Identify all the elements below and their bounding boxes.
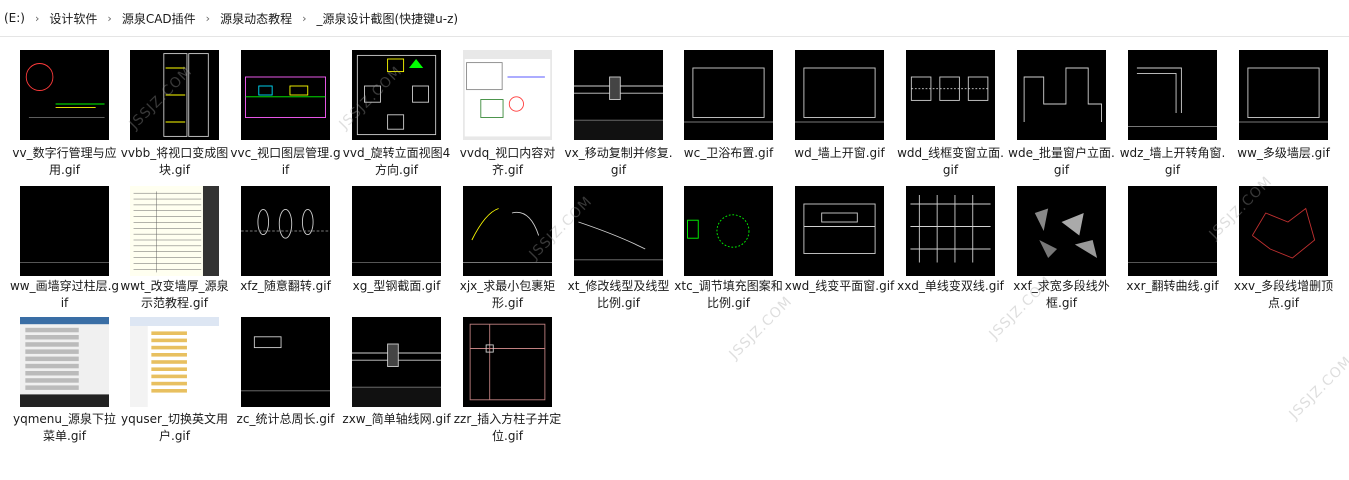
file-name[interactable]: xxv_多段线增删顶点.gif [1228,278,1339,312]
file-name[interactable]: xt_修改线型及线型比例.gif [563,278,674,312]
file-item[interactable]: xtc_调节填充图案和比例.gif [674,37,795,310]
gif-thumbnail[interactable] [574,186,663,276]
gif-thumbnail[interactable] [130,186,219,276]
chevron-right-icon[interactable]: › [200,12,216,25]
chevron-right-icon[interactable]: › [29,12,45,25]
file-grid: vv_数字行管理与应用.gif vvbb_将视口变成图块.gif vvc_视口图层管… [0,37,1349,480]
file-item[interactable]: xxv_多段线增删顶点.gif [1234,37,1349,310]
gif-thumbnail[interactable] [352,317,441,407]
gif-thumbnail[interactable] [130,317,219,407]
file-item[interactable]: xxr_翻转曲线.gif [1126,37,1239,293]
file-name[interactable]: xjx_求最小包裹矩形.gif [452,278,563,312]
file-name[interactable]: ww_画墙穿过柱层.gif [9,278,120,312]
file-name[interactable]: xwd_线变平面窗.gif [784,278,895,295]
file-item[interactable]: xxd_单线变双线.gif [897,37,1017,293]
file-item[interactable]: xt_修改线型及线型比例.gif [568,37,685,310]
file-item[interactable]: xxf_求宽多段线外框.gif [1013,37,1128,310]
gif-thumbnail[interactable] [463,317,552,407]
breadcrumb-item[interactable]: _源泉设计截图(快捷键u-z) [313,10,463,27]
file-item[interactable]: yqmenu_源泉下拉菜单.gif [13,37,131,443]
file-item[interactable]: yquser_切换英文用户.gif [121,37,241,443]
gif-thumbnail[interactable] [20,317,109,407]
gif-thumbnail[interactable] [1128,186,1217,276]
gif-thumbnail[interactable] [463,186,552,276]
breadcrumb-item[interactable]: (E:) [0,11,29,25]
gif-thumbnail[interactable] [684,186,773,276]
file-name[interactable]: zc_统计总周长.gif [230,411,341,428]
file-item[interactable]: xwd_线变平面窗.gif [785,37,906,293]
gif-thumbnail[interactable] [1017,186,1106,276]
file-name[interactable]: zzr_插入方柱子并定位.gif [452,411,563,445]
file-name[interactable]: xfz_随意翻转.gif [230,278,341,295]
file-item[interactable]: zzr_插入方柱子并定位.gif [454,37,574,443]
file-name[interactable]: xxd_单线变双线.gif [895,278,1006,295]
gif-thumbnail[interactable] [906,186,995,276]
file-name[interactable]: yquser_切换英文用户.gif [119,411,230,445]
gif-thumbnail[interactable] [241,317,330,407]
breadcrumb-item[interactable]: 设计软件 [45,10,101,27]
breadcrumb-item[interactable]: 源泉动态教程 [216,10,296,27]
chevron-right-icon[interactable]: › [296,12,312,25]
file-name[interactable]: xg_型钢截面.gif [341,278,452,295]
file-name[interactable]: wwt_改变墙厚_源泉示范教程.gif [119,278,230,312]
address-bar[interactable]: (E:) › 设计软件 › 源泉CAD插件 › 源泉动态教程 › _源泉设计截图(快捷键u-z) [0,0,1349,37]
gif-thumbnail[interactable] [241,186,330,276]
gif-thumbnail[interactable] [352,186,441,276]
gif-thumbnail[interactable] [1239,186,1328,276]
gif-thumbnail[interactable] [20,186,109,276]
breadcrumb-item[interactable]: 源泉CAD插件 [118,10,200,27]
gif-thumbnail[interactable] [795,186,884,276]
file-name[interactable]: yqmenu_源泉下拉菜单.gif [9,411,120,445]
file-item[interactable]: zxw_简单轴线网.gif [342,37,463,426]
file-name[interactable]: xxr_翻转曲线.gif [1117,278,1228,295]
file-name[interactable]: xtc_调节填充图案和比例.gif [673,278,784,312]
file-name[interactable]: zxw_简单轴线网.gif [341,411,452,428]
file-name[interactable]: xxf_求宽多段线外框.gif [1006,278,1117,312]
file-item[interactable]: zc_统计总周长.gif [237,37,352,426]
chevron-right-icon[interactable]: › [101,12,117,25]
